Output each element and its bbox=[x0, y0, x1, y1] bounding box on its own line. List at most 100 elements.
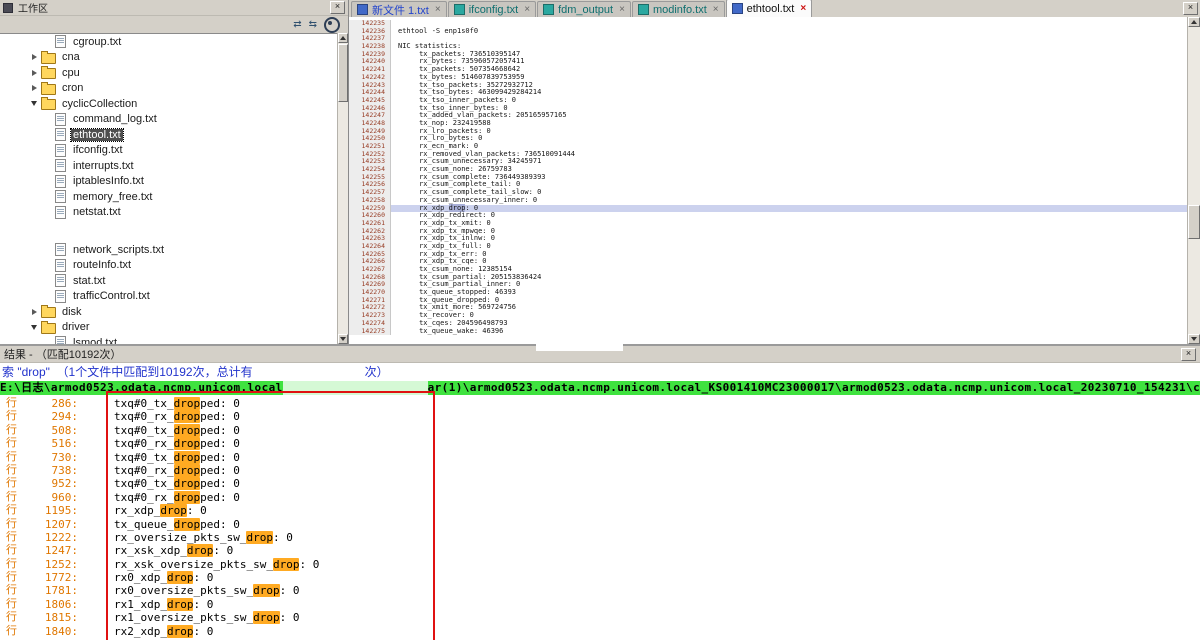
search-summary: 索 "drop" （1个文件中匹配到10192次，总计有次） bbox=[0, 363, 1200, 381]
result-row[interactable]: 行1207:tx_queue_dropped: 0 bbox=[0, 518, 1200, 531]
tree-item-ifconfig.txt[interactable]: ifconfig.txt bbox=[0, 143, 338, 159]
result-row[interactable]: 行1815:rx1_oversize_pkts_sw_drop: 0 bbox=[0, 611, 1200, 624]
workspace-close-icon[interactable]: × bbox=[330, 1, 345, 14]
results-close-icon[interactable]: × bbox=[1181, 348, 1196, 361]
line-text: tx_xmit_more: 569724756 bbox=[391, 304, 1188, 312]
collapse-arrow-icon[interactable] bbox=[29, 98, 39, 109]
result-row[interactable]: 行1806:rx1_xdp_drop: 0 bbox=[0, 598, 1200, 611]
tab-close-icon[interactable]: × bbox=[713, 5, 719, 15]
folder-icon bbox=[41, 307, 56, 318]
file-icon bbox=[55, 336, 66, 344]
result-row[interactable]: 行508:txq#0_tx_dropped: 0 bbox=[0, 424, 1200, 437]
tree-item-ethtool.txt[interactable]: ethtool.txt bbox=[0, 127, 338, 143]
expand-arrow-icon[interactable] bbox=[29, 309, 39, 315]
tab-ifconfig.txt[interactable]: ifconfig.txt× bbox=[448, 1, 536, 17]
workspace-caption: 工作区 × bbox=[0, 0, 348, 16]
result-row[interactable]: 行952:txq#0_tx_dropped: 0 bbox=[0, 477, 1200, 490]
scroll-down-icon[interactable] bbox=[338, 334, 348, 344]
result-row[interactable]: 行1772:rx0_xdp_drop: 0 bbox=[0, 571, 1200, 584]
results-panel: 结果 - （匹配10192次） × 索 "drop" （1个文件中匹配到1019… bbox=[0, 344, 1200, 640]
tree-item-disk[interactable]: disk bbox=[0, 304, 338, 320]
tree-item-command_log.txt[interactable]: command_log.txt bbox=[0, 112, 338, 128]
workspace-scrollbar[interactable] bbox=[337, 33, 348, 344]
match-highlight: drop bbox=[273, 558, 300, 571]
locate-file-icon[interactable] bbox=[324, 17, 340, 33]
result-row[interactable]: 行1252:rx_xsk_oversize_pkts_sw_drop: 0 bbox=[0, 558, 1200, 571]
tab-fdm_output[interactable]: fdm_output × bbox=[537, 1, 631, 17]
expand-arrow-icon[interactable] bbox=[29, 54, 39, 60]
editor-scrollbar[interactable] bbox=[1187, 17, 1200, 344]
sync-file-icon[interactable]: ⇆ bbox=[309, 19, 317, 31]
result-row[interactable]: 行960:txq#0_rx_dropped: 0 bbox=[0, 491, 1200, 504]
result-row[interactable]: 行1222:rx_oversize_pkts_sw_drop: 0 bbox=[0, 531, 1200, 544]
line-text: tx_tso_inner_packets: 0 bbox=[391, 97, 1188, 105]
editor-line: 142275 tx_queue_wake: 46396 bbox=[349, 328, 1188, 336]
tree-gap bbox=[0, 220, 338, 242]
tree-item-label: command_log.txt bbox=[71, 113, 159, 125]
scroll-up-icon[interactable] bbox=[1188, 17, 1200, 27]
match-highlight: drop bbox=[174, 464, 201, 477]
result-row[interactable]: 行286:txq#0_tx_dropped: 0 bbox=[0, 397, 1200, 410]
tree-item-interrupts.txt[interactable]: interrupts.txt bbox=[0, 158, 338, 174]
result-row[interactable]: 行1840:rx2_xdp_drop: 0 bbox=[0, 625, 1200, 638]
editor-code[interactable]: 142235142236ethtool -S enp1s0f0142237142… bbox=[349, 17, 1188, 344]
tree-item-trafficControl.txt[interactable]: trafficControl.txt bbox=[0, 289, 338, 305]
tree-item-cyclicCollection[interactable]: cyclicCollection bbox=[0, 96, 338, 112]
tree-item-stat.txt[interactable]: stat.txt bbox=[0, 273, 338, 289]
expand-arrow-icon[interactable] bbox=[29, 70, 39, 76]
tab-close-icon[interactable]: × bbox=[435, 5, 441, 15]
expand-arrow-icon[interactable] bbox=[29, 85, 39, 91]
row-match-text: rx_oversize_pkts_sw_drop: 0 bbox=[78, 531, 293, 544]
result-row[interactable]: 行516:txq#0_rx_dropped: 0 bbox=[0, 437, 1200, 450]
line-number: 142275 bbox=[349, 328, 391, 336]
row-match-text: txq#0_rx_dropped: 0 bbox=[78, 464, 240, 477]
tree-item-cron[interactable]: cron bbox=[0, 81, 338, 97]
result-row[interactable]: 行1247:rx_xsk_xdp_drop: 0 bbox=[0, 544, 1200, 557]
tab-close-icon[interactable]: × bbox=[524, 5, 530, 15]
sync-tree-icon[interactable]: ⇄ bbox=[293, 19, 301, 31]
line-text: rx_lro_bytes: 0 bbox=[391, 135, 1188, 143]
tree-item-label: cron bbox=[60, 82, 85, 94]
scroll-thumb[interactable] bbox=[1188, 205, 1200, 239]
tree-item-routeInfo.txt[interactable]: routeInfo.txt bbox=[0, 258, 338, 274]
scroll-up-icon[interactable] bbox=[338, 33, 348, 43]
tree-item-lsmod.txt[interactable]: lsmod.txt bbox=[0, 335, 338, 344]
tab-close-icon[interactable]: × bbox=[619, 5, 625, 15]
tree-item-memory_free.txt[interactable]: memory_free.txt bbox=[0, 189, 338, 205]
tree-item-iptablesInfo.txt[interactable]: iptablesInfo.txt bbox=[0, 174, 338, 190]
row-line-label: 行 bbox=[0, 544, 26, 557]
tab-close-icon[interactable]: × bbox=[800, 4, 806, 14]
tree-item-netstat.txt[interactable]: netstat.txt bbox=[0, 205, 338, 221]
row-line-number: 1195: bbox=[26, 504, 78, 517]
tree-item-cpu[interactable]: cpu bbox=[0, 65, 338, 81]
tabbar-close-icon[interactable]: × bbox=[1183, 2, 1198, 15]
tree-item-cgroup.txt[interactable]: cgroup.txt bbox=[0, 34, 338, 50]
row-line-number: 1772: bbox=[26, 571, 78, 584]
tab-modinfo.txt[interactable]: modinfo.txt× bbox=[632, 1, 725, 17]
result-file-path[interactable]: E:\日志\armod0523.odata.ncmp.unicom.locala… bbox=[0, 381, 1200, 395]
result-row[interactable]: 行730:txq#0_tx_dropped: 0 bbox=[0, 451, 1200, 464]
result-row[interactable]: 行1195:rx_xdp_drop: 0 bbox=[0, 504, 1200, 517]
tab-label: fdm_output bbox=[558, 4, 613, 16]
scroll-thumb[interactable] bbox=[338, 44, 348, 102]
tree-item-label: cgroup.txt bbox=[71, 36, 123, 48]
result-row[interactable]: 行738:txq#0_rx_dropped: 0 bbox=[0, 464, 1200, 477]
row-match-text: txq#0_tx_dropped: 0 bbox=[78, 397, 240, 410]
collapse-arrow-icon[interactable] bbox=[29, 322, 39, 333]
result-row[interactable]: 行294:txq#0_rx_dropped: 0 bbox=[0, 410, 1200, 423]
redaction-box bbox=[283, 381, 428, 395]
row-match-text: txq#0_rx_dropped: 0 bbox=[78, 437, 240, 450]
match-highlight: drop bbox=[253, 611, 280, 624]
tree-item-driver[interactable]: driver bbox=[0, 320, 338, 336]
scroll-down-icon[interactable] bbox=[1188, 334, 1200, 344]
file-icon bbox=[638, 4, 649, 15]
result-row[interactable]: 行1781:rx0_oversize_pkts_sw_drop: 0 bbox=[0, 584, 1200, 597]
tree-item-cna[interactable]: cna bbox=[0, 50, 338, 66]
row-match-text: rx0_xdp_drop: 0 bbox=[78, 571, 213, 584]
row-match-text: rx_xsk_oversize_pkts_sw_drop: 0 bbox=[78, 558, 319, 571]
tab-新文件 1.txt[interactable]: 新文件 1.txt× bbox=[351, 1, 447, 17]
editor-line: 142237 bbox=[349, 35, 1188, 43]
tab-ethtool.txt[interactable]: ethtool.txt× bbox=[726, 0, 813, 17]
tree-item-network_scripts.txt[interactable]: network_scripts.txt bbox=[0, 242, 338, 258]
row-line-label: 行 bbox=[0, 397, 26, 410]
